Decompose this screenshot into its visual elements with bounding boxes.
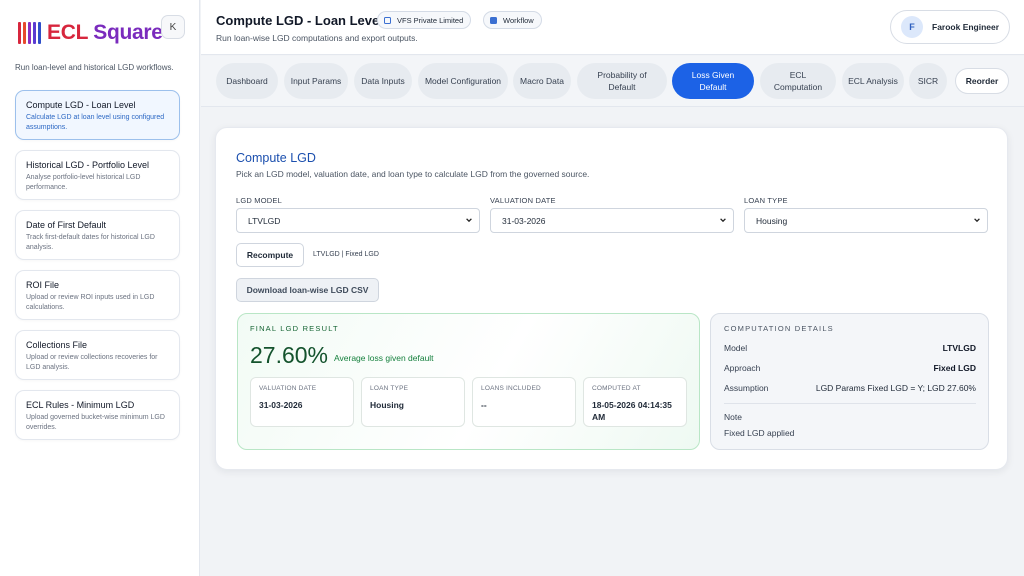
- detail-value: Fixed LGD: [933, 363, 976, 373]
- card-subtitle: Pick an LGD model, valuation date, and l…: [236, 169, 590, 179]
- sidebar-item-title: Compute LGD - Loan Level: [26, 100, 136, 110]
- detail-key: Approach: [724, 363, 761, 373]
- sidebar-item-title: Date of First Default: [26, 220, 107, 230]
- collapse-sidebar-button[interactable]: K: [161, 15, 185, 39]
- note-value: Fixed LGD applied: [724, 428, 795, 438]
- stat-value: 31-03-2026: [259, 400, 303, 410]
- stat-computed-at: COMPUTED AT 18-05-2026 04:14:35 AM: [583, 377, 687, 427]
- sidebar-item-desc: Analyse portfolio-level historical LGD p…: [26, 174, 141, 191]
- detail-value: LGD Params Fixed LGD = Y; LGD 27.60%: [815, 383, 976, 393]
- tab-probability-of-default[interactable]: Probability of Default: [577, 63, 667, 99]
- sidebar-list: Compute LGD - Loan Level Calculate LGD a…: [15, 90, 180, 450]
- workflow-chip[interactable]: Workflow: [483, 11, 542, 29]
- result-label: FINAL LGD RESULT: [250, 324, 339, 333]
- sidebar-item-historical-lgd[interactable]: Historical LGD - Portfolio Level Analyse…: [15, 150, 180, 200]
- tab-input-params[interactable]: Input Params: [284, 63, 348, 99]
- chevron-down-icon: [720, 218, 726, 223]
- tab-ecl-analysis[interactable]: ECL Analysis: [842, 63, 904, 99]
- valuation-date-select[interactable]: 31-03-2026: [490, 208, 734, 233]
- stat-key: VALUATION DATE: [259, 385, 317, 392]
- page-subtitle: Run loan-wise LGD computations and expor…: [216, 33, 418, 43]
- sidebar-item-date-of-first-default[interactable]: Date of First Default Track first-defaul…: [15, 210, 180, 260]
- user-name: Farook Engineer: [932, 22, 1000, 32]
- stat-valuation-date: VALUATION DATE 31-03-2026: [250, 377, 354, 427]
- stat-value: --: [481, 400, 487, 410]
- result-value: 27.60%: [250, 342, 329, 368]
- note-label: Note: [724, 412, 742, 422]
- stat-key: COMPUTED AT: [592, 385, 641, 392]
- sidebar-item-desc: Calculate LGD at loan level using config…: [26, 114, 165, 131]
- stat-value: 18-05-2026 04:14:35 AM: [592, 400, 672, 422]
- workflow-icon: [490, 16, 497, 24]
- detail-row-assumption: Assumption LGD Params Fixed LGD = Y; LGD…: [724, 383, 976, 393]
- lgd-model-select[interactable]: LTVLGD: [236, 208, 480, 233]
- logo-text: ECL Square: [47, 21, 163, 44]
- logo-mark-icon: [18, 20, 44, 46]
- details-divider: [724, 403, 976, 404]
- final-lgd-result-panel: FINAL LGD RESULT 27.60% Average loss giv…: [237, 313, 700, 450]
- sidebar-item-title: Collections File: [26, 340, 88, 350]
- download-csv-button[interactable]: Download loan-wise LGD CSV: [236, 278, 379, 302]
- sidebar-subtitle: Run loan-level and historical LGD workfl…: [15, 63, 174, 72]
- details-label: COMPUTATION DETAILS: [724, 324, 834, 333]
- sidebar-item-ecl-rules-minimum-lgd[interactable]: ECL Rules - Minimum LGD Upload governed …: [15, 390, 180, 440]
- user-menu[interactable]: F Farook Engineer: [890, 10, 1010, 44]
- sidebar: ECL Square K Run loan-level and historic…: [0, 0, 200, 576]
- chevron-down-icon: [466, 218, 472, 223]
- loan-type-value: Housing: [756, 215, 788, 226]
- tab-ecl-computation[interactable]: ECL Computation: [760, 63, 836, 99]
- valuation-date-label: VALUATION DATE: [490, 196, 556, 205]
- recompute-button[interactable]: Recompute: [236, 243, 304, 267]
- sidebar-item-title: ECL Rules - Minimum LGD: [26, 400, 135, 410]
- stat-loan-type: LOAN TYPE Housing: [361, 377, 465, 427]
- result-description: Average loss given default: [334, 353, 434, 363]
- building-icon: [384, 16, 391, 24]
- tab-model-configuration[interactable]: Model Configuration: [418, 63, 508, 99]
- detail-row-model: Model LTVLGD: [724, 343, 976, 353]
- compute-lgd-card: Compute LGD Pick an LGD model, valuation…: [215, 127, 1008, 470]
- card-title: Compute LGD: [236, 151, 316, 165]
- tab-sicr[interactable]: SICR: [909, 63, 947, 99]
- sidebar-item-collections-file[interactable]: Collections File Upload or review collec…: [15, 330, 180, 380]
- lgd-model-label: LGD MODEL: [236, 196, 282, 205]
- tab-loss-given-default[interactable]: Loss Given Default: [672, 63, 754, 99]
- page-header: Compute LGD - Loan Level VFS Private Lim…: [201, 0, 1024, 55]
- sidebar-item-title: Historical LGD - Portfolio Level: [26, 160, 150, 170]
- page-title: Compute LGD - Loan Level: [216, 13, 383, 28]
- valuation-date-value: 31-03-2026: [502, 215, 546, 226]
- sidebar-item-desc: Upload governed bucket-wise minimum LGD …: [26, 414, 165, 431]
- tab-dashboard[interactable]: Dashboard: [216, 63, 278, 99]
- detail-value: LTVLGD: [942, 343, 976, 353]
- recompute-caption: LTVLGD | Fixed LGD: [313, 251, 379, 258]
- company-chip-label: VFS Private Limited: [397, 15, 464, 25]
- stat-key: LOANS INCLUDED: [481, 385, 541, 392]
- sidebar-item-desc: Upload or review collections recoveries …: [26, 354, 158, 371]
- workflow-chip-label: Workflow: [503, 15, 534, 25]
- brand-logo[interactable]: ECL Square: [18, 20, 163, 46]
- stat-loans-included: LOANS INCLUDED --: [472, 377, 576, 427]
- sidebar-item-title: ROI File: [26, 280, 60, 290]
- stat-value: Housing: [370, 400, 404, 410]
- loan-type-label: LOAN TYPE: [744, 196, 788, 205]
- reorder-button[interactable]: Reorder: [955, 68, 1009, 94]
- tab-data-inputs[interactable]: Data Inputs: [354, 63, 412, 99]
- detail-key: Model: [724, 343, 748, 353]
- sidebar-item-desc: Track first-default dates for historical…: [26, 234, 155, 251]
- tab-macro-data[interactable]: Macro Data: [513, 63, 571, 99]
- sidebar-item-desc: Upload or review ROI inputs used in LGD …: [26, 294, 155, 311]
- loan-type-select[interactable]: Housing: [744, 208, 988, 233]
- sidebar-item-compute-lgd-loan-level[interactable]: Compute LGD - Loan Level Calculate LGD a…: [15, 90, 180, 140]
- company-chip[interactable]: VFS Private Limited: [377, 11, 472, 29]
- computation-details-panel: COMPUTATION DETAILS Model LTVLGD Approac…: [710, 313, 989, 450]
- sidebar-item-roi-file[interactable]: ROI File Upload or review ROI inputs use…: [15, 270, 180, 320]
- detail-key: Assumption: [724, 383, 769, 393]
- avatar: F: [901, 16, 923, 38]
- module-tabs: Dashboard Input Params Data Inputs Model…: [201, 56, 1024, 107]
- lgd-model-value: LTVLGD: [248, 215, 281, 226]
- stat-key: LOAN TYPE: [370, 385, 409, 392]
- detail-row-approach: Approach Fixed LGD: [724, 363, 976, 373]
- chevron-down-icon: [974, 218, 980, 223]
